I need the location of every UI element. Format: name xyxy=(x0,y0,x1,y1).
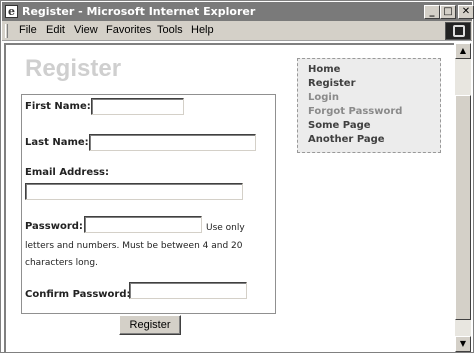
menu-tools[interactable]: Tools xyxy=(157,24,183,36)
maximize-button[interactable]: □ xyxy=(440,5,456,19)
nav-link-register[interactable]: Register xyxy=(308,78,356,89)
scroll-down-icon[interactable]: ▼ xyxy=(455,336,471,352)
toolbar-grip xyxy=(5,24,8,38)
password-hint-line1: Use only xyxy=(206,223,245,233)
email-label: Email Address: xyxy=(25,167,110,178)
confirm-password-label: Confirm Password: xyxy=(25,289,131,300)
password-hint-line3: characters long. xyxy=(25,258,98,268)
menu-bar: File Edit View Favorites Tools Help xyxy=(2,21,472,41)
ie-app-icon: e xyxy=(5,5,18,18)
nav-link-some-page[interactable]: Some Page xyxy=(308,120,371,131)
email-input[interactable] xyxy=(25,183,243,200)
nav-link-another-page[interactable]: Another Page xyxy=(308,134,385,145)
menu-edit[interactable]: Edit xyxy=(46,24,65,36)
password-hint-line2: letters and numbers. Must be between 4 a… xyxy=(25,241,243,251)
menu-help[interactable]: Help xyxy=(191,24,214,36)
windows-logo-icon xyxy=(445,22,471,40)
nav-link-home[interactable]: Home xyxy=(308,64,340,75)
scroll-thumb[interactable] xyxy=(455,95,471,320)
password-label: Password: xyxy=(25,221,83,232)
window-title: Register - Microsoft Internet Explorer xyxy=(22,5,256,18)
menu-file[interactable]: File xyxy=(19,24,37,36)
page-viewport: Register Home Register Login Forgot Pass… xyxy=(4,43,454,352)
password-input[interactable] xyxy=(84,216,202,233)
title-bar: e Register - Microsoft Internet Explorer… xyxy=(2,2,474,21)
nav-menu: Home Register Login Forgot Password Some… xyxy=(297,58,441,153)
nav-link-login[interactable]: Login xyxy=(308,92,339,103)
browser-window: e Register - Microsoft Internet Explorer… xyxy=(0,0,474,353)
scroll-up-icon[interactable]: ▲ xyxy=(455,43,471,59)
last-name-label: Last Name: xyxy=(25,137,89,148)
first-name-input[interactable] xyxy=(91,98,184,115)
nav-link-forgot-password[interactable]: Forgot Password xyxy=(308,106,402,117)
menu-favorites[interactable]: Favorites xyxy=(106,24,151,36)
vertical-scrollbar[interactable]: ▲ ▼ xyxy=(455,43,471,352)
registration-form: First Name: Last Name: Email Address: Pa… xyxy=(21,94,276,314)
register-button[interactable]: Register xyxy=(119,315,181,335)
confirm-password-input[interactable] xyxy=(129,282,247,299)
close-button[interactable]: ✕ xyxy=(458,5,474,19)
page-title: Register xyxy=(25,55,122,82)
first-name-label: First Name: xyxy=(25,101,91,112)
minimize-button[interactable]: _ xyxy=(424,5,440,19)
last-name-input[interactable] xyxy=(89,134,256,151)
menu-view[interactable]: View xyxy=(74,24,98,36)
